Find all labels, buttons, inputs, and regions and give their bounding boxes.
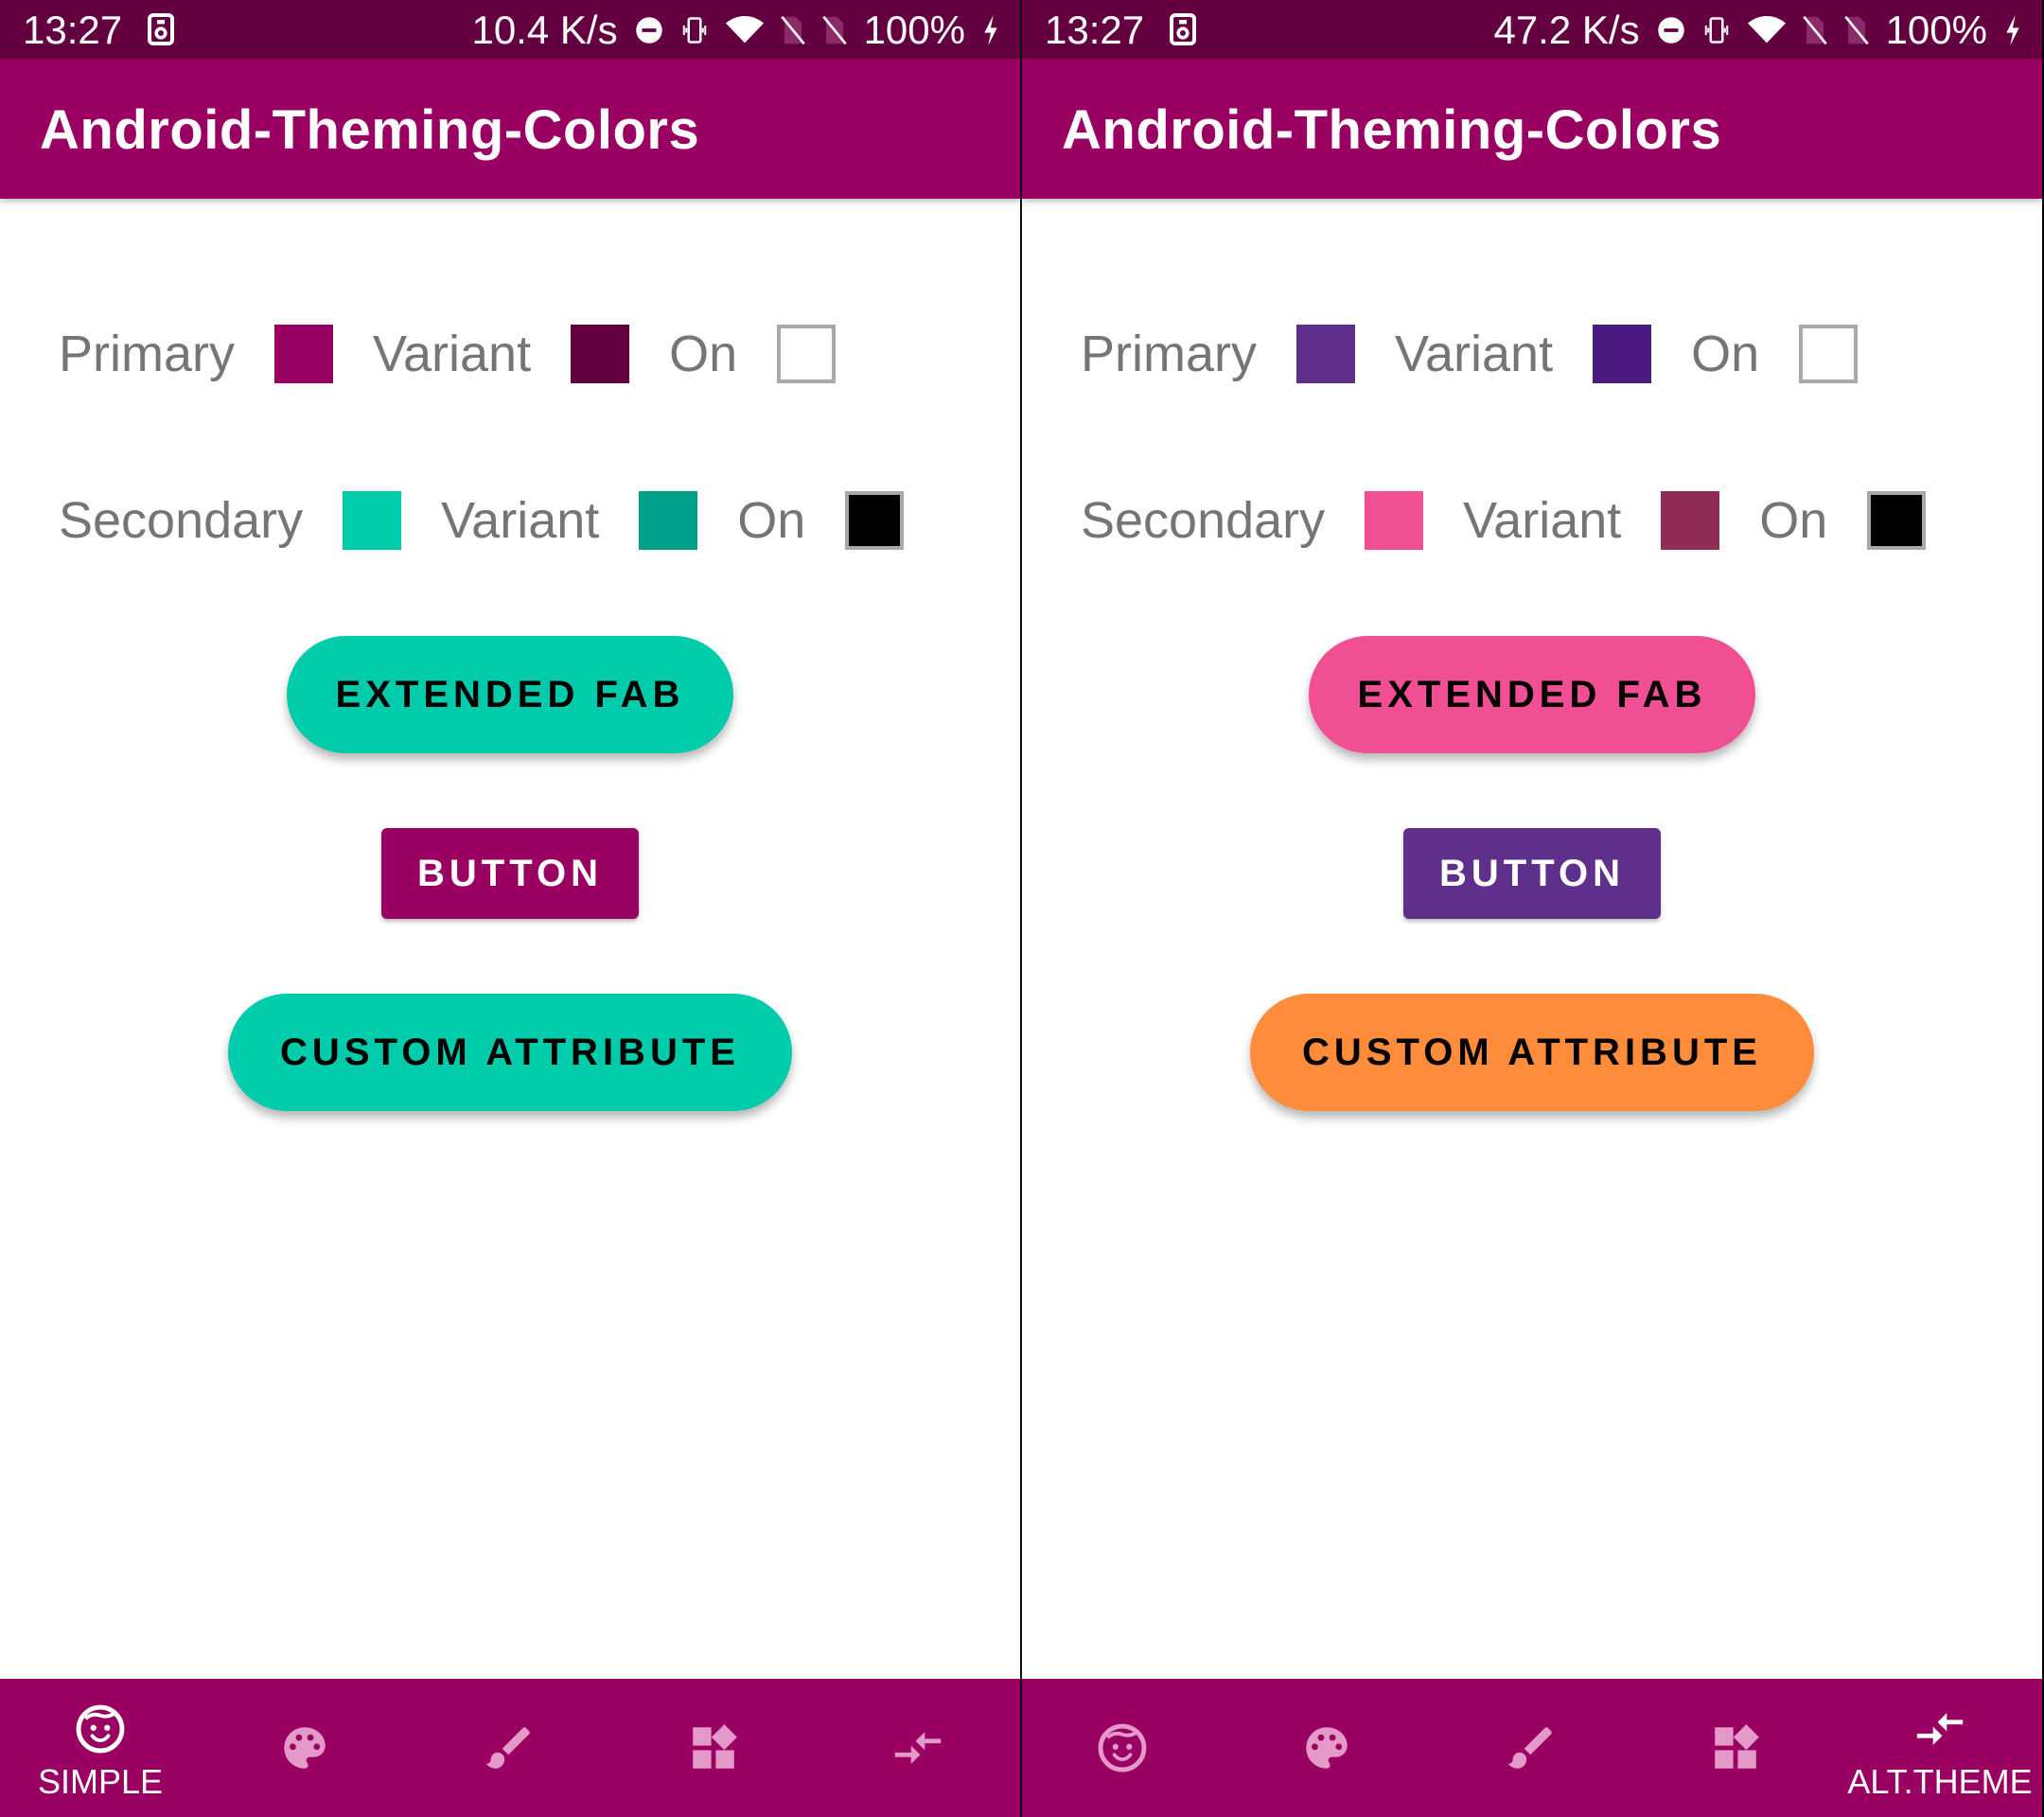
color-label: Secondary [59, 492, 304, 549]
brush-icon [482, 1720, 537, 1775]
face-icon [1095, 1720, 1150, 1775]
face-icon [73, 1702, 128, 1756]
status-right: 47.2 K/s 100% [1493, 8, 2021, 53]
brush-icon [1504, 1720, 1559, 1775]
network-speed: 47.2 K/s [1493, 8, 1640, 52]
network-speed: 10.4 K/s [471, 8, 618, 52]
battery-level: 100% [863, 8, 965, 52]
variant-color-swatch [571, 325, 630, 383]
variant-color-swatch [639, 491, 698, 550]
color-label: Primary [1081, 326, 1257, 382]
app-bar: Android-Theming-Colors [0, 59, 1020, 199]
vibrate-icon [1702, 15, 1731, 45]
nav-item-palette[interactable] [1232, 1679, 1421, 1817]
secondary-color-row: Secondary Variant On [1081, 486, 1927, 555]
primary-button[interactable]: BUTTON [1403, 828, 1661, 919]
status-bar: 13:27 10.4 K/s 100% [0, 0, 1020, 59]
nav-item-label: SIMPLE [37, 1762, 164, 1801]
vibrate-icon [680, 15, 709, 45]
color-label: Secondary [1081, 492, 1326, 549]
screen-divider [1020, 0, 1022, 1817]
nav-item-simple[interactable] [1028, 1679, 1217, 1817]
compare-arrows-icon [1912, 1702, 1967, 1756]
nav-item-simple[interactable]: SIMPLE [6, 1679, 195, 1817]
no-sim-icon [780, 15, 805, 45]
nav-item-label: ALT.THEME [1847, 1762, 2033, 1801]
variant-label: Variant [1463, 492, 1622, 549]
on-color-swatch [845, 491, 905, 550]
charging-icon [2004, 15, 2021, 45]
variant-color-swatch [1661, 491, 1720, 550]
nav-item-brush[interactable] [1436, 1679, 1626, 1817]
wifi-icon [725, 16, 764, 44]
on-color-swatch [777, 325, 837, 383]
on-label: On [669, 326, 738, 382]
on-label: On [1691, 326, 1760, 382]
palette-icon [1299, 1720, 1354, 1775]
app-bar: Android-Theming-Colors [1022, 59, 2042, 199]
nav-item-widgets[interactable] [1641, 1679, 1830, 1817]
widgets-icon [1708, 1720, 1763, 1775]
no-sim-icon [1843, 15, 1869, 45]
nav-item-alt-theme[interactable]: ALT.THEME [1845, 1679, 2035, 1817]
phone-screen-default: 13:27 10.4 K/s 100% Android-Theming-Colors P… [0, 0, 1020, 1817]
no-sim-icon [1802, 15, 1827, 45]
status-time: 13:27 [23, 8, 123, 52]
variant-label: Variant [373, 326, 532, 382]
custom-attribute-button[interactable]: CUSTOM ATTRIBUTE [228, 994, 792, 1111]
lock-screen-icon [148, 13, 174, 45]
charging-icon [982, 15, 999, 45]
variant-label: Variant [441, 492, 600, 549]
nav-item-widgets[interactable] [619, 1679, 808, 1817]
do-not-disturb-icon [635, 16, 663, 44]
primary-color-row: Primary Variant On [59, 320, 837, 388]
variant-label: Variant [1395, 326, 1554, 382]
primary-color-row: Primary Variant On [1081, 320, 1859, 388]
on-color-swatch [1799, 325, 1859, 383]
palette-icon [277, 1720, 332, 1775]
no-sim-icon [821, 15, 847, 45]
color-swatch [274, 325, 333, 383]
lock-screen-icon [1170, 13, 1196, 45]
bottom-navigation: SIMPLE [0, 1679, 1020, 1817]
on-label: On [737, 492, 806, 549]
do-not-disturb-icon [1657, 16, 1685, 44]
color-swatch [343, 491, 402, 550]
status-bar: 13:27 47.2 K/s 100% [1022, 0, 2042, 59]
color-swatch [1296, 325, 1355, 383]
status-right: 10.4 K/s 100% [471, 8, 999, 53]
app-title: Android-Theming-Colors [40, 99, 700, 161]
secondary-color-row: Secondary Variant On [59, 486, 905, 555]
phone-screen-alt: 13:27 47.2 K/s 100% Android-Theming-Colors P… [1022, 0, 2042, 1817]
app-title: Android-Theming-Colors [1062, 99, 1722, 161]
bottom-navigation: ALT.THEME [1022, 1679, 2042, 1817]
primary-button[interactable]: BUTTON [381, 828, 639, 919]
compare-arrows-icon [890, 1720, 945, 1775]
nav-item-palette[interactable] [210, 1679, 399, 1817]
widgets-icon [686, 1720, 741, 1775]
status-time: 13:27 [1045, 8, 1145, 52]
nav-item-brush[interactable] [414, 1679, 604, 1817]
color-swatch [1365, 491, 1424, 550]
variant-color-swatch [1593, 325, 1652, 383]
nav-item-alt-theme[interactable] [823, 1679, 1013, 1817]
wifi-icon [1747, 16, 1786, 44]
color-label: Primary [59, 326, 235, 382]
custom-attribute-button[interactable]: CUSTOM ATTRIBUTE [1250, 994, 1814, 1111]
battery-level: 100% [1885, 8, 1987, 52]
on-label: On [1759, 492, 1828, 549]
extended-fab-button[interactable]: EXTENDED FAB [287, 636, 733, 753]
extended-fab-button[interactable]: EXTENDED FAB [1309, 636, 1755, 753]
on-color-swatch [1867, 491, 1927, 550]
